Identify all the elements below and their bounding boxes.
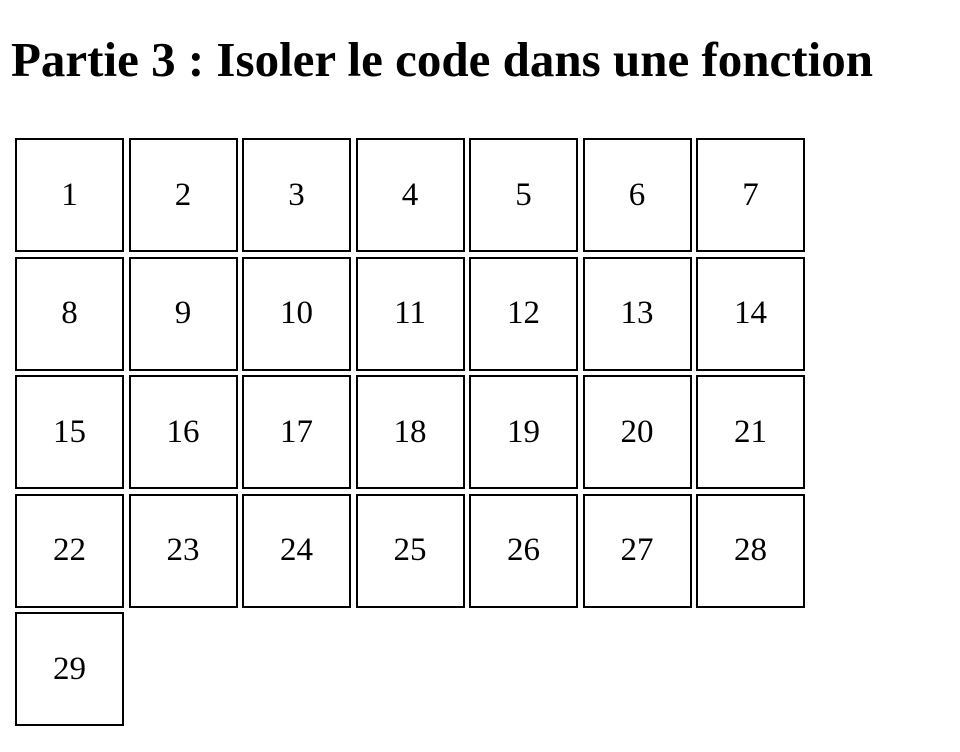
- day-cell[interactable]: 9: [128, 256, 238, 371]
- day-grid: 1 2 3 4 5 6 7 8 9 10 11 12 13 14 15 16 17 18 19 20 21 22 23 24 2…: [15, 138, 810, 731]
- page-title: Partie 3 : Isoler le code dans une fonct…: [11, 32, 873, 87]
- day-cell[interactable]: 25: [355, 493, 465, 608]
- day-cell[interactable]: 2: [128, 138, 238, 252]
- day-cell[interactable]: 8: [15, 256, 124, 371]
- day-cell[interactable]: 23: [128, 493, 238, 608]
- day-cell[interactable]: 3: [242, 138, 351, 252]
- day-cell[interactable]: 15: [15, 375, 124, 489]
- day-cell[interactable]: 10: [242, 256, 351, 371]
- day-cell[interactable]: 5: [469, 138, 578, 252]
- day-cell[interactable]: 20: [582, 375, 692, 489]
- day-cell[interactable]: 21: [696, 375, 805, 489]
- day-cell[interactable]: 22: [15, 493, 124, 608]
- day-cell[interactable]: 12: [469, 256, 578, 371]
- day-cell[interactable]: 28: [696, 493, 805, 608]
- day-cell[interactable]: 7: [696, 138, 805, 252]
- day-cell[interactable]: 6: [582, 138, 692, 252]
- page: Partie 3 : Isoler le code dans une fonct…: [0, 0, 960, 752]
- day-cell[interactable]: 4: [355, 138, 465, 252]
- day-cell[interactable]: 29: [15, 612, 124, 726]
- day-cell[interactable]: 24: [242, 493, 351, 608]
- day-cell[interactable]: 18: [355, 375, 465, 489]
- day-cell[interactable]: 17: [242, 375, 351, 489]
- day-cell[interactable]: 13: [582, 256, 692, 371]
- day-cell[interactable]: 26: [469, 493, 578, 608]
- day-cell[interactable]: 16: [128, 375, 238, 489]
- day-cell[interactable]: 27: [582, 493, 692, 608]
- day-cell[interactable]: 11: [355, 256, 465, 371]
- day-cell[interactable]: 1: [15, 138, 124, 252]
- day-cell[interactable]: 14: [696, 256, 805, 371]
- day-cell[interactable]: 19: [469, 375, 578, 489]
